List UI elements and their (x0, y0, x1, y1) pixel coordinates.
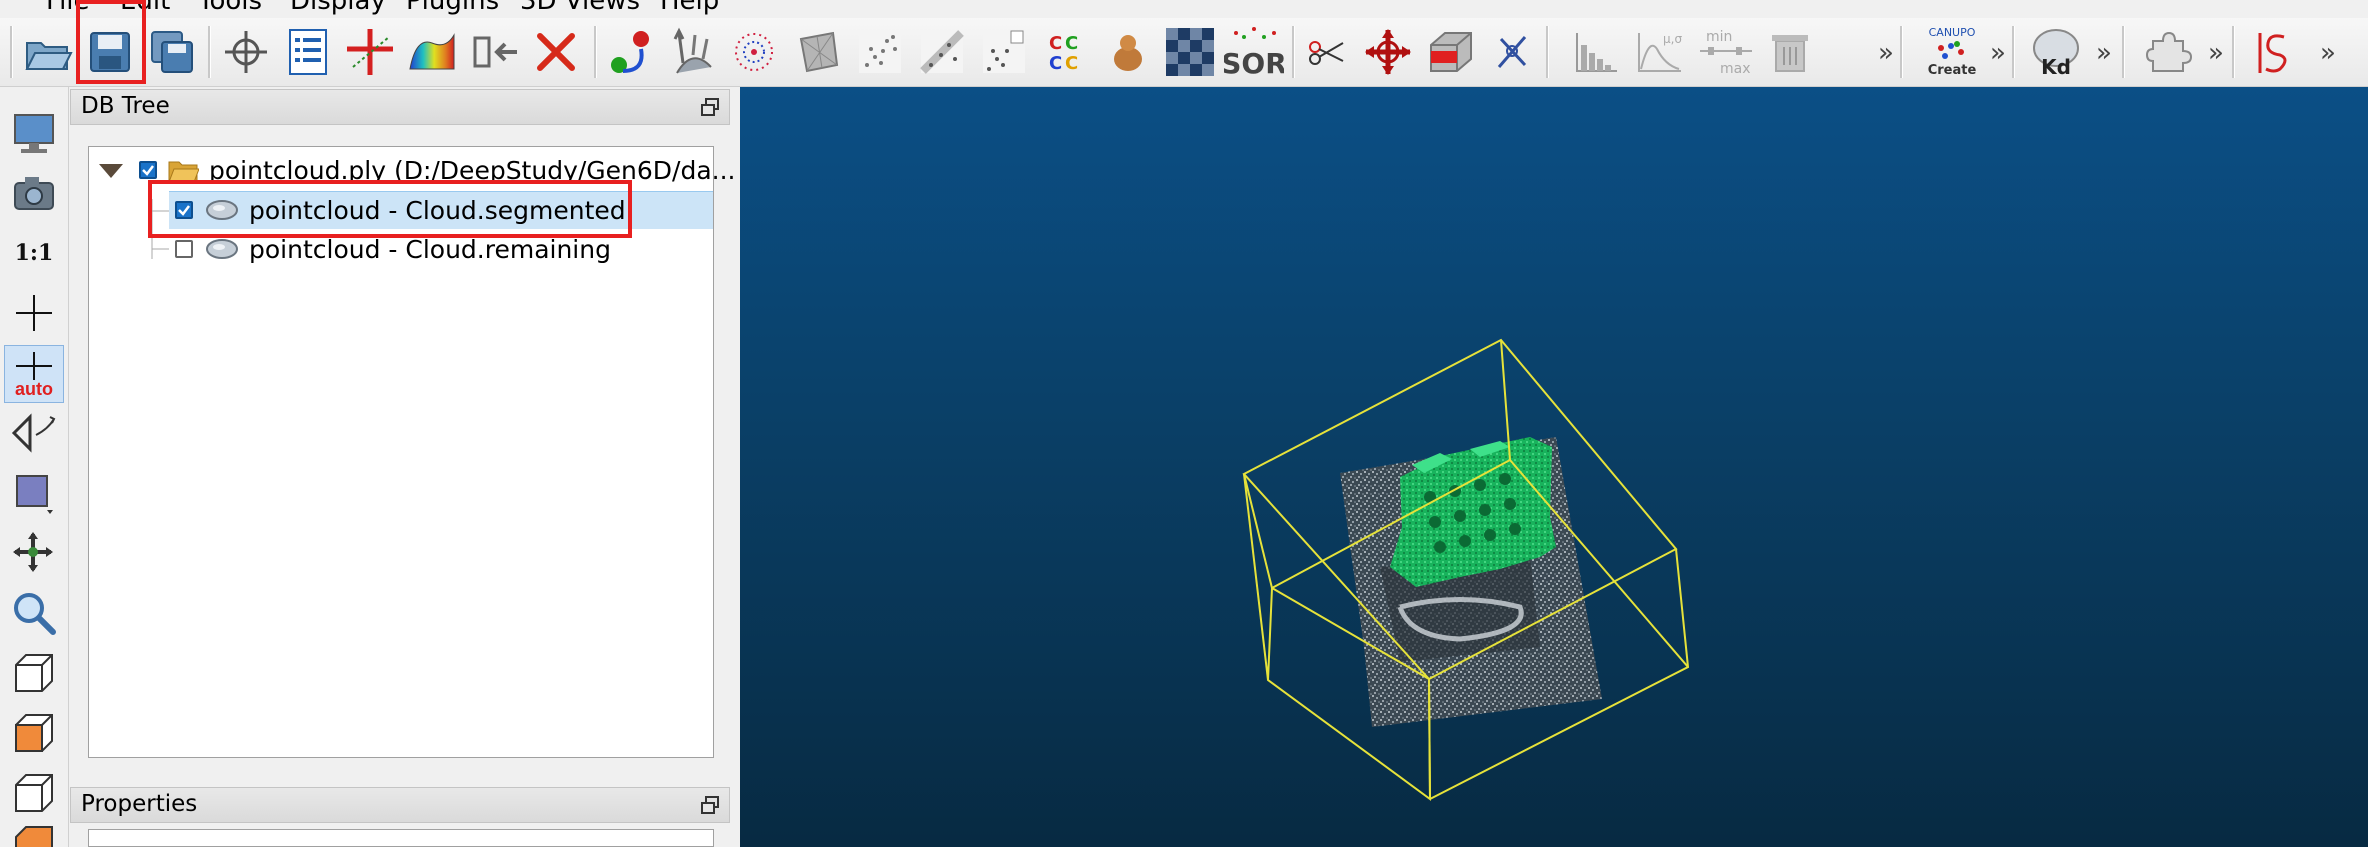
front-view-icon[interactable] (8, 707, 60, 759)
toolbar-separator (208, 26, 211, 78)
zoom-icon[interactable] (8, 587, 60, 639)
scale-label: 1:1 (14, 240, 54, 266)
toolbar-separator (2232, 26, 2235, 78)
toolbar-separator (1900, 26, 1903, 78)
scissors-icon[interactable] (1298, 24, 1354, 80)
camera-icon[interactable] (8, 167, 60, 219)
properties-title: Properties (81, 791, 198, 817)
statistics-icon[interactable]: μ,σ (1632, 24, 1688, 80)
undock-icon[interactable] (701, 796, 719, 814)
distance-icon[interactable] (914, 24, 970, 80)
menu-tools[interactable]: Tools (198, 0, 262, 16)
tree-remaining-label: pointcloud - Cloud.remaining (249, 234, 611, 264)
mesh-icon[interactable] (790, 24, 846, 80)
collapse-arrow-icon[interactable] (97, 160, 125, 180)
menu-plugins[interactable]: Plugins (406, 0, 499, 16)
min-max-icon[interactable]: min max (1694, 24, 1758, 80)
min-label: min (1706, 29, 1732, 45)
lighting-icon[interactable] (8, 467, 60, 519)
3d-viewport[interactable] (740, 87, 2368, 847)
script-plugin-icon[interactable] (2244, 24, 2300, 80)
pick-center-icon[interactable] (218, 24, 274, 80)
canupo-create-icon[interactable]: CANUPO Create (1920, 24, 1984, 80)
toolbar-overflow-button[interactable]: » (2208, 38, 2224, 68)
remaining-checkbox[interactable] (175, 240, 193, 258)
save-all-icon[interactable] (144, 24, 200, 80)
svg-text:C: C (1065, 33, 1078, 54)
menu-3d-views[interactable]: 3D Views (520, 0, 640, 16)
clipping-box-icon[interactable] (1422, 24, 1478, 80)
svg-text:C: C (1065, 53, 1078, 74)
musigma-label: μ,σ (1663, 32, 1682, 46)
point-cloud-scene (1242, 338, 1690, 801)
db-tree-titlebar: DB Tree (70, 89, 730, 125)
kd-label: Kd (2041, 55, 2071, 79)
toolbar-separator (594, 26, 597, 78)
point-picking-icon[interactable] (1484, 24, 1540, 80)
checker-icon[interactable] (1162, 24, 1218, 80)
subsample-icon[interactable] (852, 24, 908, 80)
monitor-icon[interactable] (8, 107, 60, 159)
toolbar-overflow-button[interactable]: » (1878, 38, 1894, 68)
toolbar-separator (1292, 26, 1295, 78)
register-icon[interactable] (602, 24, 658, 80)
export-icon[interactable] (468, 24, 524, 80)
toolbar-separator (1546, 26, 1549, 78)
toolbar-separator (2122, 26, 2125, 78)
cc-connected-components-icon[interactable]: C C C C (1038, 24, 1094, 80)
menu-help[interactable]: Help (660, 0, 719, 16)
histogram-icon[interactable] (1568, 24, 1624, 80)
toolbar-overflow-button[interactable]: » (1990, 38, 2006, 68)
menu-bar: File Edit Tools Display Plugins 3D Views… (0, 0, 2368, 18)
toolbar-separator (2012, 26, 2015, 78)
svg-text:C: C (1049, 53, 1062, 74)
translate-rotate-icon[interactable] (1360, 24, 1416, 80)
sor-label: SOR (1224, 47, 1284, 79)
properties-panel (88, 829, 714, 847)
sample-points-icon[interactable] (726, 24, 782, 80)
perspective-icon[interactable] (8, 407, 60, 459)
auto-label: auto (15, 379, 53, 399)
undock-icon[interactable] (701, 98, 719, 116)
root-checkbox[interactable] (139, 161, 157, 179)
save-button-highlight (76, 0, 146, 84)
side-view-icon[interactable] (8, 767, 60, 819)
zoom-1-1-button[interactable]: 1:1 (8, 227, 60, 279)
top-view-icon[interactable] (8, 647, 60, 699)
puzzle-plugin-icon[interactable] (2140, 24, 2196, 80)
trash-icon[interactable] (1762, 24, 1818, 80)
toolbar-overflow-button[interactable]: » (2096, 38, 2112, 68)
color-scale-icon[interactable] (404, 24, 460, 80)
delete-icon[interactable] (528, 24, 584, 80)
toolbar-overflow-button[interactable]: » (2320, 38, 2336, 68)
main-toolbar: C C C C SOR μ,σ min max » CANUPO Create … (0, 18, 2368, 87)
db-tree-title: DB Tree (81, 93, 170, 119)
segmented-row-highlight (148, 180, 632, 238)
kd-tree-icon[interactable]: Kd (2028, 24, 2084, 80)
pivot-cross-icon[interactable] (8, 287, 60, 339)
compute-distance-icon[interactable] (976, 24, 1032, 80)
auto-pivot-button[interactable]: auto (4, 345, 64, 403)
cross-section-icon[interactable] (342, 24, 398, 80)
toolbar-separator (10, 26, 13, 78)
svg-text:C: C (1049, 33, 1062, 54)
normals-icon[interactable] (664, 24, 720, 80)
pan-icon[interactable] (8, 527, 60, 579)
menu-display[interactable]: Display (290, 0, 386, 16)
canupo-title: CANUPO (1929, 26, 1976, 39)
back-view-icon[interactable] (8, 823, 60, 847)
view-toolbar: 1:1 auto (0, 87, 69, 847)
open-folder-icon[interactable] (20, 24, 76, 80)
list-icon[interactable] (280, 24, 336, 80)
point-cloud-icon (206, 239, 238, 259)
sor-filter-icon[interactable]: SOR (1222, 24, 1286, 80)
bag-icon[interactable] (1100, 24, 1156, 80)
canupo-create-label: Create (1928, 63, 1977, 78)
max-label: max (1720, 61, 1751, 77)
properties-titlebar: Properties (70, 787, 730, 823)
